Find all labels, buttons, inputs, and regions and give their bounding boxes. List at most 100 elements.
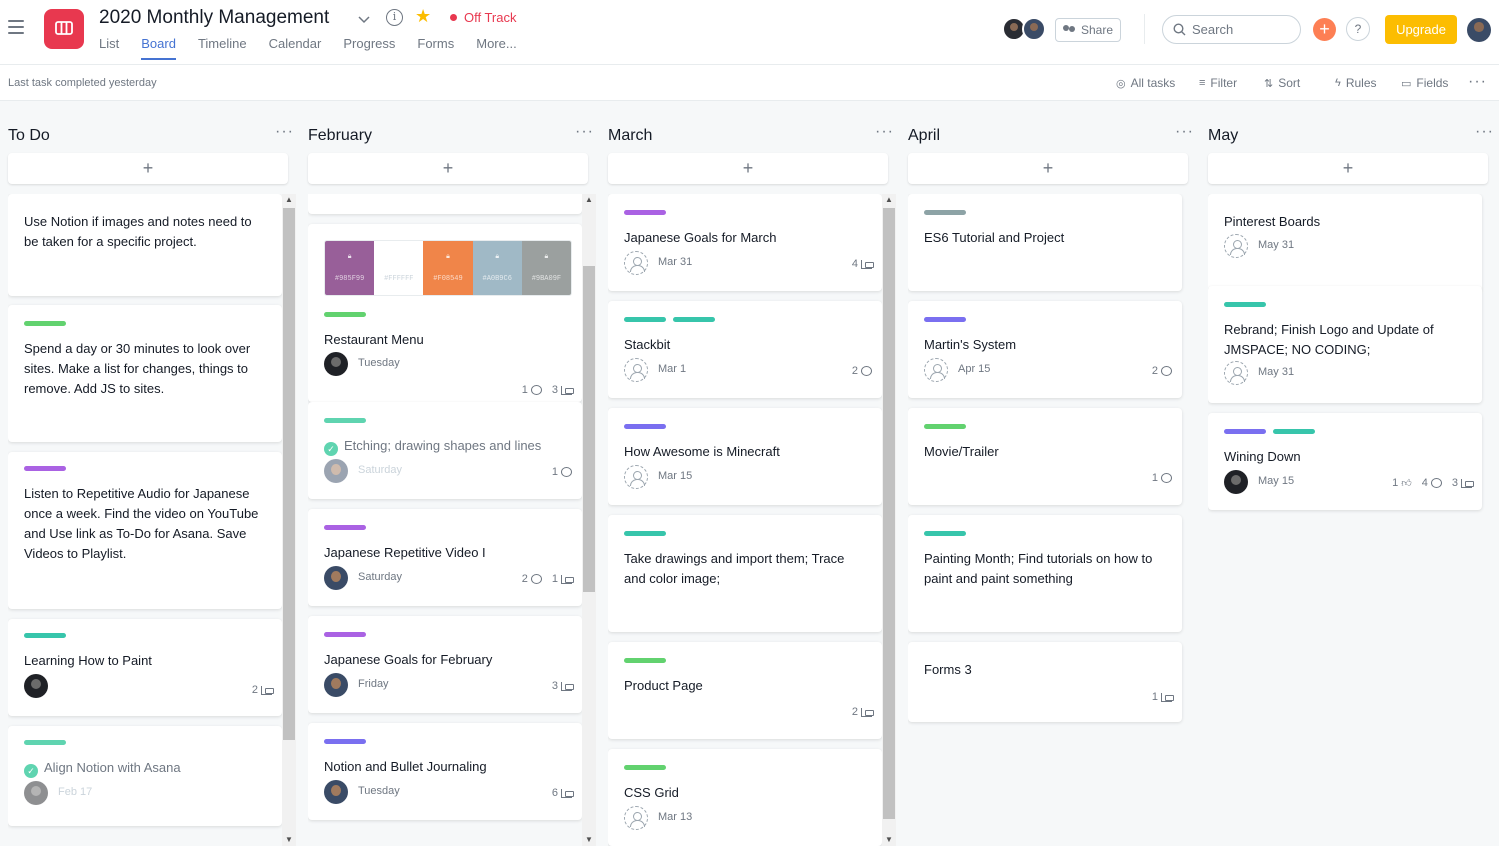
task-title[interactable]: Learning How to Paint [24, 651, 266, 671]
all-tasks-button[interactable]: ◎ All tasks [1116, 76, 1175, 90]
more-options-icon[interactable]: ··· [1468, 73, 1487, 91]
tab-list[interactable]: List [99, 36, 119, 60]
tag-pill[interactable] [624, 531, 666, 536]
task-card[interactable]: Painting Month; Find tutorials on how to… [908, 515, 1182, 632]
tab-calendar[interactable]: Calendar [269, 36, 322, 60]
task-title[interactable]: ✓ Align Notion with Asana [24, 758, 266, 778]
add-task-button[interactable]: + [1208, 153, 1488, 184]
tag-pill[interactable] [324, 312, 366, 317]
column-scrollbar[interactable]: ▲ ▼ [882, 194, 896, 846]
task-title[interactable]: Japanese Repetitive Video I [324, 543, 566, 563]
add-task-button[interactable]: + [908, 153, 1188, 184]
subtasks-count[interactable]: 3 [552, 384, 574, 396]
task-title[interactable]: Notion and Bullet Journaling [324, 757, 566, 777]
task-card[interactable]: Japanese Repetitive Video I Saturday 2 1 [308, 509, 582, 606]
subtasks-count[interactable]: 1 [552, 573, 574, 585]
completed-check-icon[interactable]: ✓ [324, 442, 338, 456]
scrollbar-thumb[interactable] [883, 208, 895, 819]
task-title[interactable]: Restaurant Menu [324, 330, 566, 350]
comments-count[interactable]: 2 [852, 365, 872, 377]
task-title[interactable]: Japanese Goals for February [324, 650, 566, 670]
task-card[interactable]: Use Notion if images and notes need to b… [8, 194, 282, 296]
task-title[interactable]: Wining Down [1224, 447, 1466, 467]
scroll-down-icon[interactable]: ▼ [882, 834, 896, 846]
assignee-avatar[interactable] [1224, 470, 1248, 494]
tag-pill[interactable] [324, 525, 366, 530]
due-date[interactable]: May 31 [1258, 239, 1294, 251]
due-date[interactable]: Feb 17 [58, 786, 92, 798]
due-date[interactable]: Apr 15 [958, 363, 990, 375]
tag-pill[interactable] [624, 424, 666, 429]
project-board-icon[interactable] [44, 9, 84, 49]
task-title[interactable]: How Awesome is Minecraft [624, 442, 866, 462]
column-title[interactable]: April [908, 127, 940, 145]
task-card[interactable]: Movie/Trailer 1 [908, 408, 1182, 505]
tag-pill[interactable] [924, 531, 966, 536]
task-card[interactable]: Product Page 2 [608, 642, 882, 739]
column-title[interactable]: February [308, 127, 372, 145]
tag-pill[interactable] [624, 210, 666, 215]
tag-pill[interactable] [1224, 302, 1266, 307]
comments-count[interactable]: 2 [1152, 365, 1172, 377]
task-card[interactable]: Rebrand; Finish Logo and Update of JMSPA… [1208, 286, 1482, 403]
due-date[interactable]: Mar 31 [658, 256, 692, 268]
task-title[interactable]: Spend a day or 30 minutes to look over s… [24, 339, 266, 399]
assignee-avatar[interactable] [324, 673, 348, 697]
chevron-down-icon[interactable] [357, 12, 371, 26]
unassigned-icon[interactable] [1224, 361, 1248, 385]
comments-count[interactable]: 1 [1152, 472, 1172, 484]
tag-pill[interactable] [324, 739, 366, 744]
due-date[interactable]: Mar 15 [658, 470, 692, 482]
task-title[interactable]: Rebrand; Finish Logo and Update of JMSPA… [1224, 320, 1466, 360]
unassigned-icon[interactable] [624, 465, 648, 489]
subtasks-count[interactable]: 4 [852, 258, 874, 270]
assignee-avatar[interactable] [324, 780, 348, 804]
quick-add-button[interactable]: + [1313, 18, 1336, 41]
assignee-avatar[interactable] [324, 459, 348, 483]
tab-timeline[interactable]: Timeline [198, 36, 247, 60]
comments-count[interactable]: 4 [1422, 477, 1442, 489]
unassigned-icon[interactable] [924, 358, 948, 382]
scrollbar-thumb[interactable] [283, 208, 295, 740]
task-card[interactable]: ✓ Etching; drawing shapes and lines Saturd… [308, 402, 582, 499]
task-card[interactable]: Japanese Goals for February Friday 3 [308, 616, 582, 713]
tab-more[interactable]: More... [476, 36, 516, 60]
assignee-avatar[interactable] [324, 566, 348, 590]
tag-pill[interactable] [624, 658, 666, 663]
task-card[interactable]: Stackbit Mar 1 2 [608, 301, 882, 398]
scroll-up-icon[interactable]: ▲ [582, 194, 596, 206]
task-card[interactable]: Listen to Repetitive Audio for Japanese … [8, 452, 282, 609]
scrollbar-thumb[interactable] [583, 266, 595, 592]
task-card[interactable]: Spend a day or 30 minutes to look over s… [8, 305, 282, 442]
search-box[interactable] [1162, 15, 1301, 44]
column-title[interactable]: March [608, 127, 652, 145]
task-card[interactable]: Take drawings and import them; Trace and… [608, 515, 882, 632]
search-input[interactable] [1192, 22, 1292, 37]
subtasks-count[interactable]: 1 [1152, 691, 1174, 703]
task-card[interactable]: 🔒︎ #985F99 #FFFFFF 🔒︎ #F08549 🔒︎ #A0B9C6 🔒︎ #9BA… [308, 224, 582, 402]
subtasks-count[interactable]: 3 [552, 680, 574, 692]
task-card[interactable]: Learning How to Paint 2 [8, 619, 282, 716]
tab-progress[interactable]: Progress [343, 36, 395, 60]
task-title[interactable]: ✓ Etching; drawing shapes and lines [324, 436, 566, 456]
task-card[interactable]: How Awesome is Minecraft Mar 15 [608, 408, 882, 505]
tag-pill[interactable] [1273, 429, 1315, 434]
subtasks-count[interactable]: 6 [552, 787, 574, 799]
upgrade-button[interactable]: Upgrade [1385, 15, 1457, 44]
task-title[interactable]: Stackbit [624, 335, 866, 355]
tag-pill[interactable] [673, 317, 715, 322]
column-title[interactable]: To Do [8, 127, 50, 145]
task-card[interactable]: Notion and Bullet Journaling Tuesday 6 [308, 723, 582, 820]
task-card[interactable]: CSS Grid Mar 13 [608, 749, 882, 846]
unassigned-icon[interactable] [624, 358, 648, 382]
scroll-down-icon[interactable]: ▼ [582, 834, 596, 846]
task-title[interactable]: Martin's System [924, 335, 1166, 355]
due-date[interactable]: Friday [358, 678, 389, 690]
task-title[interactable]: Listen to Repetitive Audio for Japanese … [24, 484, 266, 564]
due-date[interactable]: Saturday [358, 464, 402, 476]
tag-pill[interactable] [324, 418, 366, 423]
sort-button[interactable]: ⇅ Sort [1264, 76, 1300, 90]
rules-button[interactable]: ϟ Rules [1335, 76, 1377, 90]
profile-avatar[interactable] [1467, 18, 1491, 42]
column-scrollbar[interactable]: ▲ ▼ [582, 194, 596, 846]
